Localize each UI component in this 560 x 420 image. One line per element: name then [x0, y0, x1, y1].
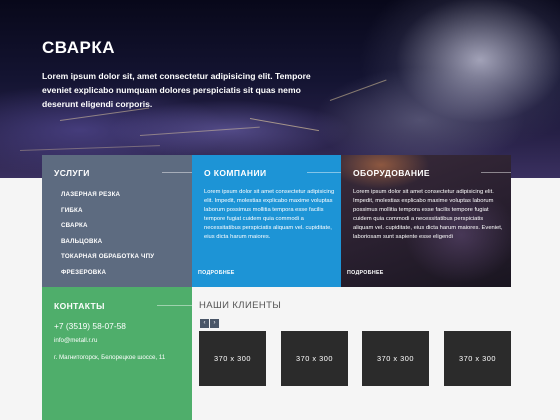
contacts-title: КОНТАКТЫ [54, 301, 105, 311]
contact-phone[interactable]: +7 (3519) 58-07-58 [54, 321, 126, 331]
hero-banner: СВАРКА Lorem ipsum dolor sit, amet conse… [0, 0, 560, 178]
service-item-milling[interactable]: ФРЕЗЕРОВКА [61, 268, 154, 284]
title-divider [157, 305, 192, 306]
service-item-welding[interactable]: СВАРКА [61, 221, 154, 237]
spark-decoration [139, 126, 260, 136]
about-more-link[interactable]: ПОДРОБНЕЕ [198, 270, 235, 276]
client-logo[interactable]: 370 x 300 [199, 331, 266, 386]
contacts-tile: КОНТАКТЫ +7 (3519) 58-07-58 info@metall.… [42, 287, 192, 420]
about-tile: О КОМПАНИИ Lorem ipsum dolor sit amet co… [192, 155, 341, 287]
chevron-left-icon: ‹ [203, 320, 206, 326]
client-logo[interactable]: 370 x 300 [281, 331, 348, 386]
client-logo[interactable]: 370 x 300 [362, 331, 429, 386]
spark-decoration [19, 145, 160, 151]
about-text: Lorem ipsum dolor sit amet consectetur a… [204, 189, 335, 240]
contact-address: г. Магнитогорск, Белорецкое шоссе, 11 [54, 354, 166, 361]
services-tile: УСЛУГИ ЛАЗЕРНАЯ РЕЗКА ГИБКА СВАРКА ВАЛЬЦ… [42, 155, 192, 287]
carousel-next-button[interactable]: › [210, 319, 219, 328]
service-item-laser-cutting[interactable]: ЛАЗЕРНАЯ РЕЗКА [61, 190, 154, 206]
client-logo[interactable]: 370 x 300 [444, 331, 511, 386]
equipment-more-link[interactable]: ПОДРОБНЕЕ [347, 270, 384, 276]
services-list: ЛАЗЕРНАЯ РЕЗКА ГИБКА СВАРКА ВАЛЬЦОВКА ТО… [61, 190, 154, 283]
equipment-title: ОБОРУДОВАНИЕ [353, 168, 430, 178]
hero-title: СВАРКА [42, 38, 115, 57]
service-item-cnc-turning[interactable]: ТОКАРНАЯ ОБРАБОТКА ЧПУ [61, 252, 154, 268]
clients-title: НАШИ КЛИЕНТЫ [199, 300, 282, 311]
hero-description: Lorem ipsum dolor sit, amet consectetur … [42, 71, 311, 109]
services-title: УСЛУГИ [54, 168, 90, 178]
title-divider [481, 172, 511, 173]
title-divider [307, 172, 341, 173]
carousel-prev-button[interactable]: ‹ [200, 319, 209, 328]
spark-decoration [329, 79, 387, 101]
spark-decoration [249, 118, 320, 132]
title-divider [162, 172, 192, 173]
service-item-rolling[interactable]: ВАЛЬЦОВКА [61, 237, 154, 253]
chevron-right-icon: › [213, 320, 216, 326]
equipment-tile: ОБОРУДОВАНИЕ Lorem ipsum dolor sit amet … [341, 155, 511, 287]
service-item-bending[interactable]: ГИБКА [61, 206, 154, 222]
equipment-text: Lorem ipsum dolor sit amet consectetur a… [353, 189, 503, 240]
contact-email[interactable]: info@metall.r.ru [54, 337, 97, 344]
about-title: О КОМПАНИИ [204, 168, 267, 178]
